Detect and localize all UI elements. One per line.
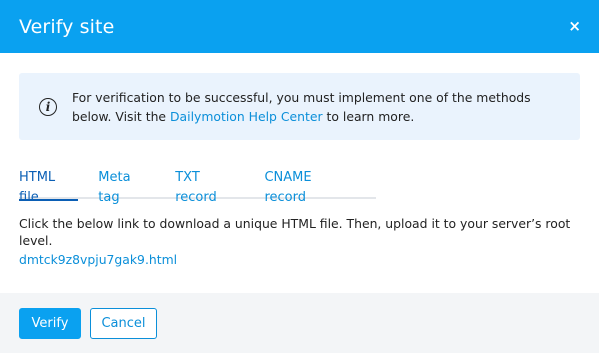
verify-site-dialog: Verify site × i For verification to be s… [0, 0, 599, 353]
dialog-footer: Verify Cancel [0, 293, 599, 353]
cancel-button[interactable]: Cancel [90, 307, 157, 339]
tab-cname-record[interactable]: CNAME record [264, 168, 356, 205]
help-center-link[interactable]: Dailymotion Help Center [170, 109, 323, 124]
tab-html-file[interactable]: HTML file [19, 168, 79, 205]
info-icon: i [39, 97, 57, 116]
dialog-title: Verify site [19, 15, 115, 38]
verify-button[interactable]: Verify [19, 307, 81, 339]
verification-tabs: HTML file Meta tag TXT record CNAME reco… [19, 168, 376, 205]
info-text: For verification to be successful, you m… [72, 88, 564, 126]
html-file-download-link[interactable]: dmtck9z8vpju7gak9.html [19, 252, 177, 267]
dialog-header: Verify site × [0, 0, 599, 53]
tab-description: Click the below link to download a uniqu… [19, 216, 571, 248]
info-banner: i For verification to be successful, you… [19, 73, 580, 140]
info-text-after: to learn more. [322, 108, 415, 124]
tab-meta-tag[interactable]: Meta tag [98, 168, 155, 205]
close-icon[interactable]: × [568, 19, 581, 34]
tab-txt-record[interactable]: TXT record [175, 168, 244, 205]
dialog-body: i For verification to be successful, you… [0, 53, 599, 268]
